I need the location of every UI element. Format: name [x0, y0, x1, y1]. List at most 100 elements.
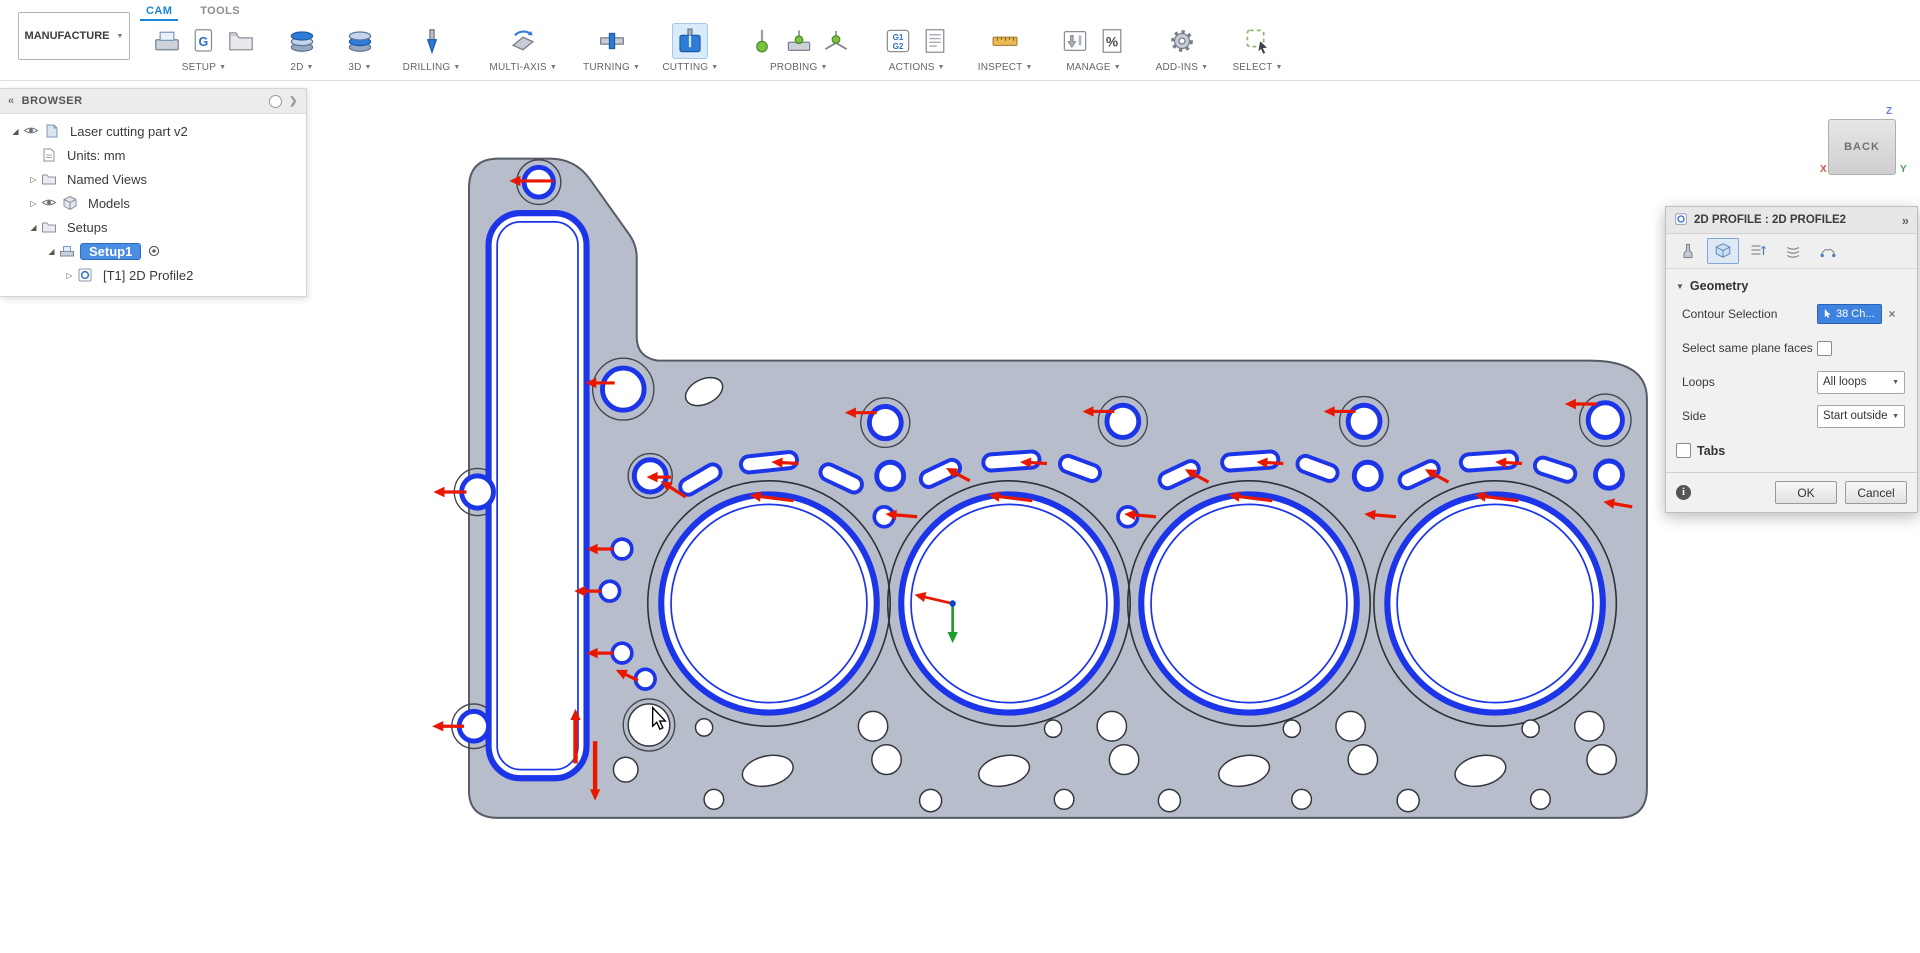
- collapse-panel-icon[interactable]: «: [8, 95, 15, 107]
- contour-selection-chip[interactable]: 38 Ch...: [1817, 304, 1882, 324]
- gear-icon[interactable]: [1165, 24, 1199, 58]
- tree-item-label[interactable]: Models: [83, 195, 135, 212]
- post-g-icon[interactable]: G1G2: [881, 24, 915, 58]
- hole-contour-selected[interactable]: [612, 643, 632, 663]
- clear-selection-button[interactable]: ×: [1889, 307, 1896, 321]
- toolbar-group-label[interactable]: ACTIONS ▼: [889, 62, 945, 73]
- toolbar-group-2d[interactable]: 2D ▼: [274, 21, 330, 73]
- expand-arrow-icon[interactable]: ◢: [26, 223, 41, 232]
- hole[interactable]: [1522, 720, 1539, 737]
- toolbar-group-add-ins[interactable]: ADD-INS ▼: [1144, 21, 1221, 73]
- toolbar-group-label[interactable]: SETUP ▼: [182, 62, 226, 73]
- same-plane-checkbox[interactable]: [1817, 341, 1832, 356]
- post-process-icon[interactable]: G: [187, 24, 221, 58]
- slot-contour-selected[interactable]: [983, 451, 1040, 471]
- cutting-icon[interactable]: [672, 23, 708, 59]
- hole-contour-selected[interactable]: [600, 581, 620, 601]
- dock-dialog-icon[interactable]: »: [1902, 213, 1909, 228]
- tool-library-icon[interactable]: [1058, 24, 1092, 58]
- direction-arrow-head[interactable]: [433, 487, 444, 497]
- hole[interactable]: [1158, 789, 1180, 811]
- hole[interactable]: [1109, 745, 1138, 775]
- hole[interactable]: [613, 757, 637, 782]
- dialog-tab-linking[interactable]: [1812, 238, 1844, 264]
- bore-contour-selected[interactable]: [901, 494, 1117, 712]
- tree-item-label[interactable]: Setups: [62, 219, 112, 236]
- hole[interactable]: [872, 745, 901, 775]
- view-cube[interactable]: BACK Z X Y: [1820, 106, 1912, 186]
- probe-surface-icon[interactable]: [819, 24, 853, 58]
- hole-contour-selected[interactable]: [612, 539, 632, 559]
- hole-contour-selected[interactable]: [602, 368, 644, 410]
- hole[interactable]: [1531, 789, 1551, 809]
- direction-arrow[interactable]: [1132, 515, 1156, 517]
- direction-arrow[interactable]: [893, 515, 917, 517]
- probe-icon[interactable]: [745, 24, 779, 58]
- toolbar-group-cutting[interactable]: CUTTING ▼: [652, 21, 729, 73]
- toolbar-group-select[interactable]: SELECT ▼: [1222, 21, 1292, 73]
- slot-contour-selected[interactable]: [489, 213, 587, 778]
- toolbar-group-inspect[interactable]: INSPECT ▼: [967, 21, 1044, 73]
- tabs-checkbox[interactable]: [1676, 443, 1691, 458]
- toolbar-group-label[interactable]: ADD-INS ▼: [1156, 62, 1209, 73]
- toolbar-group-turning[interactable]: TURNING ▼: [573, 21, 650, 73]
- bore-contour-selected[interactable]: [661, 494, 877, 712]
- workspace-tab-tools[interactable]: TOOLS: [194, 3, 246, 21]
- expand-arrow-icon[interactable]: ▷: [26, 199, 41, 208]
- setup-sheet-icon[interactable]: [918, 24, 952, 58]
- tree-item-setup1[interactable]: ◢ Setup1: [0, 239, 306, 263]
- direction-arrow[interactable]: [1372, 515, 1396, 517]
- toolbar-group-label[interactable]: 2D ▼: [290, 62, 313, 73]
- dialog-tab-heights[interactable]: [1742, 238, 1774, 264]
- hole[interactable]: [1575, 711, 1604, 741]
- hole[interactable]: [920, 789, 942, 811]
- toolbar-group-actions[interactable]: G1G2 ACTIONS ▼: [869, 21, 965, 73]
- tree-item-label[interactable]: Units: mm: [62, 147, 131, 164]
- probe-part-icon[interactable]: [782, 24, 816, 58]
- hole-contour-selected[interactable]: [877, 462, 904, 489]
- expand-arrow-icon[interactable]: ◢: [8, 127, 23, 136]
- hole[interactable]: [704, 789, 724, 809]
- info-icon[interactable]: i: [1676, 485, 1691, 500]
- new-setup-icon[interactable]: [150, 24, 184, 58]
- toolbar-group-setup[interactable]: G SETUP ▼: [136, 21, 272, 73]
- dialog-tab-geometry[interactable]: [1707, 238, 1739, 264]
- workspace-switcher[interactable]: MANUFACTURE ▼: [18, 12, 130, 60]
- toolbar-group-label[interactable]: TURNING ▼: [583, 62, 640, 73]
- panel-handle-icon[interactable]: ❯: [289, 96, 298, 107]
- toolbar-group-label[interactable]: PROBING ▼: [770, 62, 828, 73]
- hole[interactable]: [1054, 789, 1074, 809]
- toolbar-group-label[interactable]: SELECT ▼: [1232, 62, 1282, 73]
- hole[interactable]: [1336, 711, 1365, 741]
- active-setup-icon[interactable]: [147, 244, 161, 258]
- select-icon[interactable]: [1241, 24, 1275, 58]
- dialog-titlebar[interactable]: 2D PROFILE : 2D PROFILE2 »: [1666, 207, 1917, 234]
- expand-arrow-icon[interactable]: ◢: [44, 247, 59, 256]
- toolbar-group-label[interactable]: DRILLING ▼: [403, 62, 461, 73]
- view-cube-face[interactable]: BACK: [1828, 119, 1896, 175]
- eye-icon[interactable]: [23, 123, 41, 139]
- turning-icon[interactable]: [595, 24, 629, 58]
- hole-contour-selected[interactable]: [1354, 462, 1381, 489]
- tree-item-label[interactable]: Laser cutting part v2: [65, 123, 193, 140]
- measure-icon[interactable]: [988, 24, 1022, 58]
- hole[interactable]: [1397, 789, 1419, 811]
- tree-item-laser-cutting-part-v2[interactable]: ◢ Laser cutting part v2: [0, 119, 306, 143]
- hole[interactable]: [628, 704, 670, 746]
- tree-item-label[interactable]: Named Views: [62, 171, 152, 188]
- bore-contour-selected[interactable]: [1141, 494, 1357, 712]
- drill-icon[interactable]: [415, 24, 449, 58]
- bore-contour-selected[interactable]: [1387, 494, 1603, 712]
- feeds-icon[interactable]: %: [1095, 24, 1129, 58]
- hole[interactable]: [696, 719, 713, 736]
- tree-item-label[interactable]: [T1] 2D Profile2: [98, 267, 198, 284]
- geometry-section-header[interactable]: ▼ Geometry: [1666, 272, 1917, 297]
- section-collapse-icon[interactable]: ▼: [1676, 282, 1684, 291]
- tree-item-label[interactable]: Setup1: [80, 243, 141, 260]
- hole[interactable]: [1097, 711, 1126, 741]
- toolbar-group-drilling[interactable]: DRILLING ▼: [390, 21, 473, 73]
- hole-contour-selected[interactable]: [1588, 403, 1622, 438]
- browser-display-toggle[interactable]: [269, 95, 282, 108]
- dialog-tab-passes[interactable]: [1777, 238, 1809, 264]
- mill-2d-icon[interactable]: [285, 24, 319, 58]
